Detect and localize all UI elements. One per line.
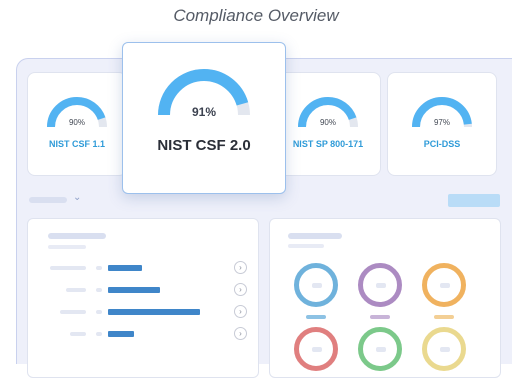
donut-center — [440, 283, 450, 288]
donut-chart[interactable] — [422, 263, 466, 307]
donut-center — [312, 283, 322, 288]
filter-dropdown[interactable]: ⌄ — [29, 192, 85, 205]
donut-chart[interactable] — [358, 263, 402, 307]
page-title: Compliance Overview — [173, 6, 339, 25]
donut-caption — [306, 315, 326, 319]
list-item[interactable]: › — [28, 259, 260, 277]
framework-name: NIST CSF 1.1 — [48, 139, 105, 149]
item-label — [66, 288, 86, 292]
action-button[interactable] — [448, 194, 500, 207]
framework-card-nist-csf-2-0[interactable]: 91% NIST CSF 2.0 — [122, 42, 286, 194]
list-item[interactable]: › — [28, 325, 260, 343]
donut-chart[interactable] — [294, 263, 338, 307]
donut-panel — [269, 218, 501, 378]
donut-center — [376, 283, 386, 288]
item-dot — [96, 266, 102, 270]
item-dot — [96, 332, 102, 336]
donut-caption — [370, 315, 390, 319]
donut-center — [312, 347, 322, 352]
arrow-right-icon[interactable]: › — [234, 327, 247, 340]
filter-dropdown-placeholder — [29, 197, 67, 203]
arrow-right-icon[interactable]: › — [234, 305, 247, 318]
donut-chart[interactable] — [358, 327, 402, 371]
item-bar — [108, 287, 160, 293]
item-bar — [108, 265, 142, 271]
gauge-value: 91% — [191, 105, 217, 119]
panel-subheading — [288, 244, 324, 248]
framework-card-pci-dss[interactable]: 97% PCI-DSS — [387, 72, 497, 176]
list-panel: › › › › — [27, 218, 259, 378]
list-item[interactable]: › — [28, 303, 260, 321]
donut-center — [376, 347, 386, 352]
framework-name: NIST CSF 2.0 — [157, 137, 251, 154]
gauge-value: 97% — [433, 118, 450, 127]
gauge-value: 90% — [68, 118, 85, 127]
item-label — [60, 310, 86, 314]
donut-chart[interactable] — [422, 327, 466, 371]
framework-card-nist-csf-1-1[interactable]: 90% NIST CSF 1.1 — [27, 72, 127, 176]
framework-name: PCI-DSS — [423, 139, 461, 149]
item-bar — [108, 309, 200, 315]
arrow-right-icon[interactable]: › — [234, 283, 247, 296]
item-bar — [108, 331, 134, 337]
panel-subheading — [48, 245, 86, 249]
panel-heading — [288, 233, 342, 239]
framework-card-nist-sp-800-171[interactable]: 90% NIST SP 800-171 — [275, 72, 381, 176]
list-item[interactable]: › — [28, 281, 260, 299]
arrow-right-icon[interactable]: › — [234, 261, 247, 274]
item-dot — [96, 288, 102, 292]
donut-chart[interactable] — [294, 327, 338, 371]
item-label — [50, 266, 86, 270]
donut-caption — [434, 315, 454, 319]
chevron-down-icon: ⌄ — [73, 192, 82, 203]
item-label — [70, 332, 86, 336]
donut-center — [440, 347, 450, 352]
item-dot — [96, 310, 102, 314]
framework-name: NIST SP 800-171 — [292, 139, 364, 149]
panel-heading — [48, 233, 106, 239]
gauge-value: 90% — [319, 118, 336, 127]
